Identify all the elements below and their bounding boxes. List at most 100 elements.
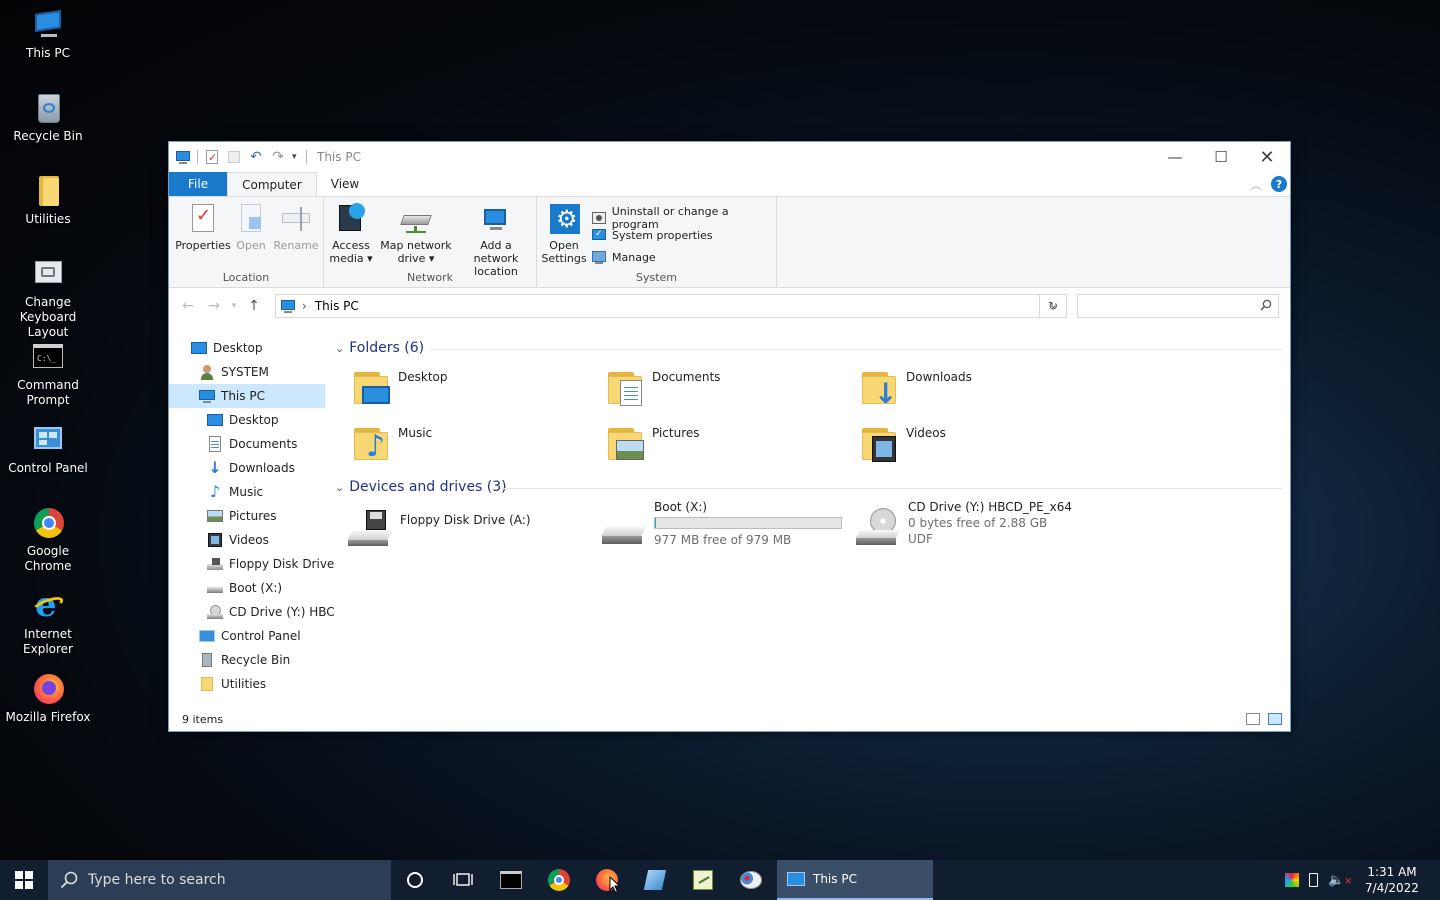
start-button[interactable]	[0, 860, 48, 900]
taskbar-chrome[interactable]	[535, 860, 583, 900]
task-view-button[interactable]	[439, 860, 487, 900]
desktop-icon-control-panel[interactable]: Control Panel	[0, 423, 96, 476]
desktop-icon-command-prompt[interactable]: C:\_ Command Prompt	[0, 340, 96, 408]
properties-button[interactable]: ✓ Properties	[175, 203, 231, 252]
tab-file[interactable]: File	[169, 172, 228, 196]
folder-tile-desktop[interactable]: Desktop	[352, 368, 448, 408]
nav-item-documents[interactable]: Documents	[207, 432, 297, 456]
desktop-icon-mozilla-firefox[interactable]: Mozilla Firefox	[0, 672, 96, 725]
nav-item-cd-drive[interactable]: CD Drive (Y:) HBC	[207, 600, 335, 624]
taskbar-app-blue[interactable]	[631, 860, 679, 900]
open-button[interactable]: Open	[231, 203, 271, 252]
folder-tile-pictures[interactable]: Pictures	[606, 424, 700, 464]
qat-separator	[306, 150, 307, 164]
drive-tile-floppy[interactable]: Floppy Disk Drive (A:)	[347, 508, 531, 552]
clock[interactable]: 1:31 AM 7/4/2022	[1362, 864, 1422, 896]
nav-item-floppy-disk-drive[interactable]: Floppy Disk Drive	[207, 552, 334, 576]
access-media-button[interactable]: Access media ▾	[328, 203, 374, 265]
up-button[interactable]: ↑	[241, 298, 267, 314]
folder-tile-downloads[interactable]: ↓ Downloads	[860, 368, 972, 408]
address-bar[interactable]: › This PC ⌄	[275, 294, 1067, 318]
nav-item-utilities[interactable]: Utilities	[199, 672, 266, 696]
color-app-icon[interactable]	[1285, 873, 1300, 887]
forward-button[interactable]: →	[201, 298, 227, 314]
details-view-icon[interactable]	[1246, 713, 1260, 725]
cortana-button[interactable]	[391, 860, 439, 900]
customize-qat-icon[interactable]: ▾	[292, 149, 300, 165]
desktop-icon-utilities[interactable]: Utilities	[0, 174, 96, 227]
drive-label: Boot (X:)	[654, 500, 708, 514]
tab-view[interactable]: View	[317, 172, 373, 196]
add-network-location-button[interactable]: Add a network location	[458, 203, 534, 278]
manage-button[interactable]: Manage	[591, 249, 656, 265]
nav-item-music[interactable]: ♪ Music	[207, 480, 263, 504]
map-network-drive-button[interactable]: Map network drive ▾	[376, 203, 456, 265]
tab-computer[interactable]: Computer	[227, 172, 317, 196]
chevron-down-icon: ⌄	[335, 341, 345, 355]
notepad-icon	[643, 870, 667, 890]
nav-item-downloads[interactable]: ↓ Downloads	[207, 456, 295, 480]
computer-icon	[31, 8, 65, 42]
floppy-drive-icon	[207, 556, 223, 572]
back-button[interactable]: ←	[175, 298, 201, 314]
folder-tile-videos[interactable]: Videos	[860, 424, 946, 464]
search-input[interactable]	[1077, 294, 1279, 318]
taskbar-firefox[interactable]	[583, 860, 631, 900]
desktop-icon-internet-explorer[interactable]: e Internet Explorer	[0, 587, 96, 657]
recent-locations-button[interactable]: ▾	[227, 301, 241, 311]
taskbar-window-this-pc[interactable]: This PC	[777, 860, 933, 900]
clock-date: 7/4/2022	[1365, 881, 1419, 895]
nav-item-system-user[interactable]: SYSTEM	[199, 360, 269, 384]
desktop-icon-google-chrome[interactable]: Google Chrome	[0, 506, 96, 574]
window-controls: — ☐ ✕	[1152, 142, 1290, 172]
taskbar-cmd[interactable]	[487, 860, 535, 900]
undo-icon[interactable]: ↶	[248, 149, 264, 165]
redo-icon[interactable]: ↷	[270, 149, 286, 165]
desktop-icon-change-keyboard-layout[interactable]: Change Keyboard Layout	[0, 257, 96, 340]
volume-muted-icon[interactable]: 🔈✕	[1328, 873, 1352, 888]
minimize-ribbon-icon[interactable]: ︿	[1251, 177, 1261, 192]
help-icon[interactable]: ?	[1271, 176, 1287, 192]
system-properties-button[interactable]: ✓ System properties	[591, 227, 713, 243]
taskbar-search-box[interactable]: Type here to search	[48, 860, 391, 900]
folder-tile-music[interactable]: ♪ Music	[352, 424, 432, 464]
breadcrumb-this-pc[interactable]: This PC	[315, 299, 359, 313]
rename-icon	[280, 203, 312, 235]
gear-icon: ⚙	[548, 203, 580, 235]
nav-item-videos[interactable]: Videos	[207, 528, 269, 552]
folder-icon	[199, 676, 215, 692]
drive-tile-boot[interactable]: Boot (X:) 977 MB free of 979 MB	[601, 500, 842, 552]
taskbar-app-chart[interactable]	[679, 860, 727, 900]
taskbar-app-paint[interactable]	[727, 860, 775, 900]
usb-device-icon[interactable]	[1309, 873, 1319, 887]
access-media-icon	[335, 203, 367, 235]
desktop-icon-recycle-bin[interactable]: Recycle Bin	[0, 91, 96, 144]
section-header-devices[interactable]: ⌄ Devices and drives (3)	[335, 479, 507, 495]
minimize-button[interactable]: —	[1152, 142, 1198, 172]
nav-item-desktop[interactable]: Desktop	[207, 408, 279, 432]
folder-tile-documents[interactable]: Documents	[606, 368, 720, 408]
floppy-drive-icon	[347, 508, 393, 552]
properties-icon[interactable]: ✓	[204, 149, 220, 165]
rename-button[interactable]: Rename	[271, 203, 321, 252]
drive-tile-cd[interactable]: CD Drive (Y:) HBCD_PE_x64 0 bytes free o…	[855, 500, 1072, 552]
download-arrow-icon: ↓	[208, 458, 222, 477]
breadcrumb-separator: ›	[302, 299, 307, 313]
refresh-button[interactable]: ↻	[1039, 294, 1067, 318]
section-header-folders[interactable]: ⌄ Folders (6)	[335, 340, 424, 356]
nav-item-recycle-bin[interactable]: Recycle Bin	[199, 648, 290, 672]
spreadsheet-icon	[693, 870, 713, 890]
maximize-button[interactable]: ☐	[1198, 142, 1244, 172]
nav-item-this-pc[interactable]: This PC	[169, 384, 325, 408]
large-icons-view-icon[interactable]	[1268, 713, 1282, 725]
nav-item-desktop-root[interactable]: Desktop	[191, 336, 263, 360]
nav-item-pictures[interactable]: Pictures	[207, 504, 277, 528]
user-icon	[199, 364, 215, 380]
new-folder-icon[interactable]	[226, 149, 242, 165]
nav-item-boot-drive[interactable]: Boot (X:)	[207, 576, 282, 600]
open-settings-button[interactable]: ⚙ Open Settings	[541, 203, 587, 265]
close-button[interactable]: ✕	[1244, 142, 1290, 172]
desktop-icon-this-pc[interactable]: This PC	[0, 8, 96, 61]
manage-icon	[591, 249, 607, 265]
nav-item-control-panel[interactable]: Control Panel	[199, 624, 301, 648]
